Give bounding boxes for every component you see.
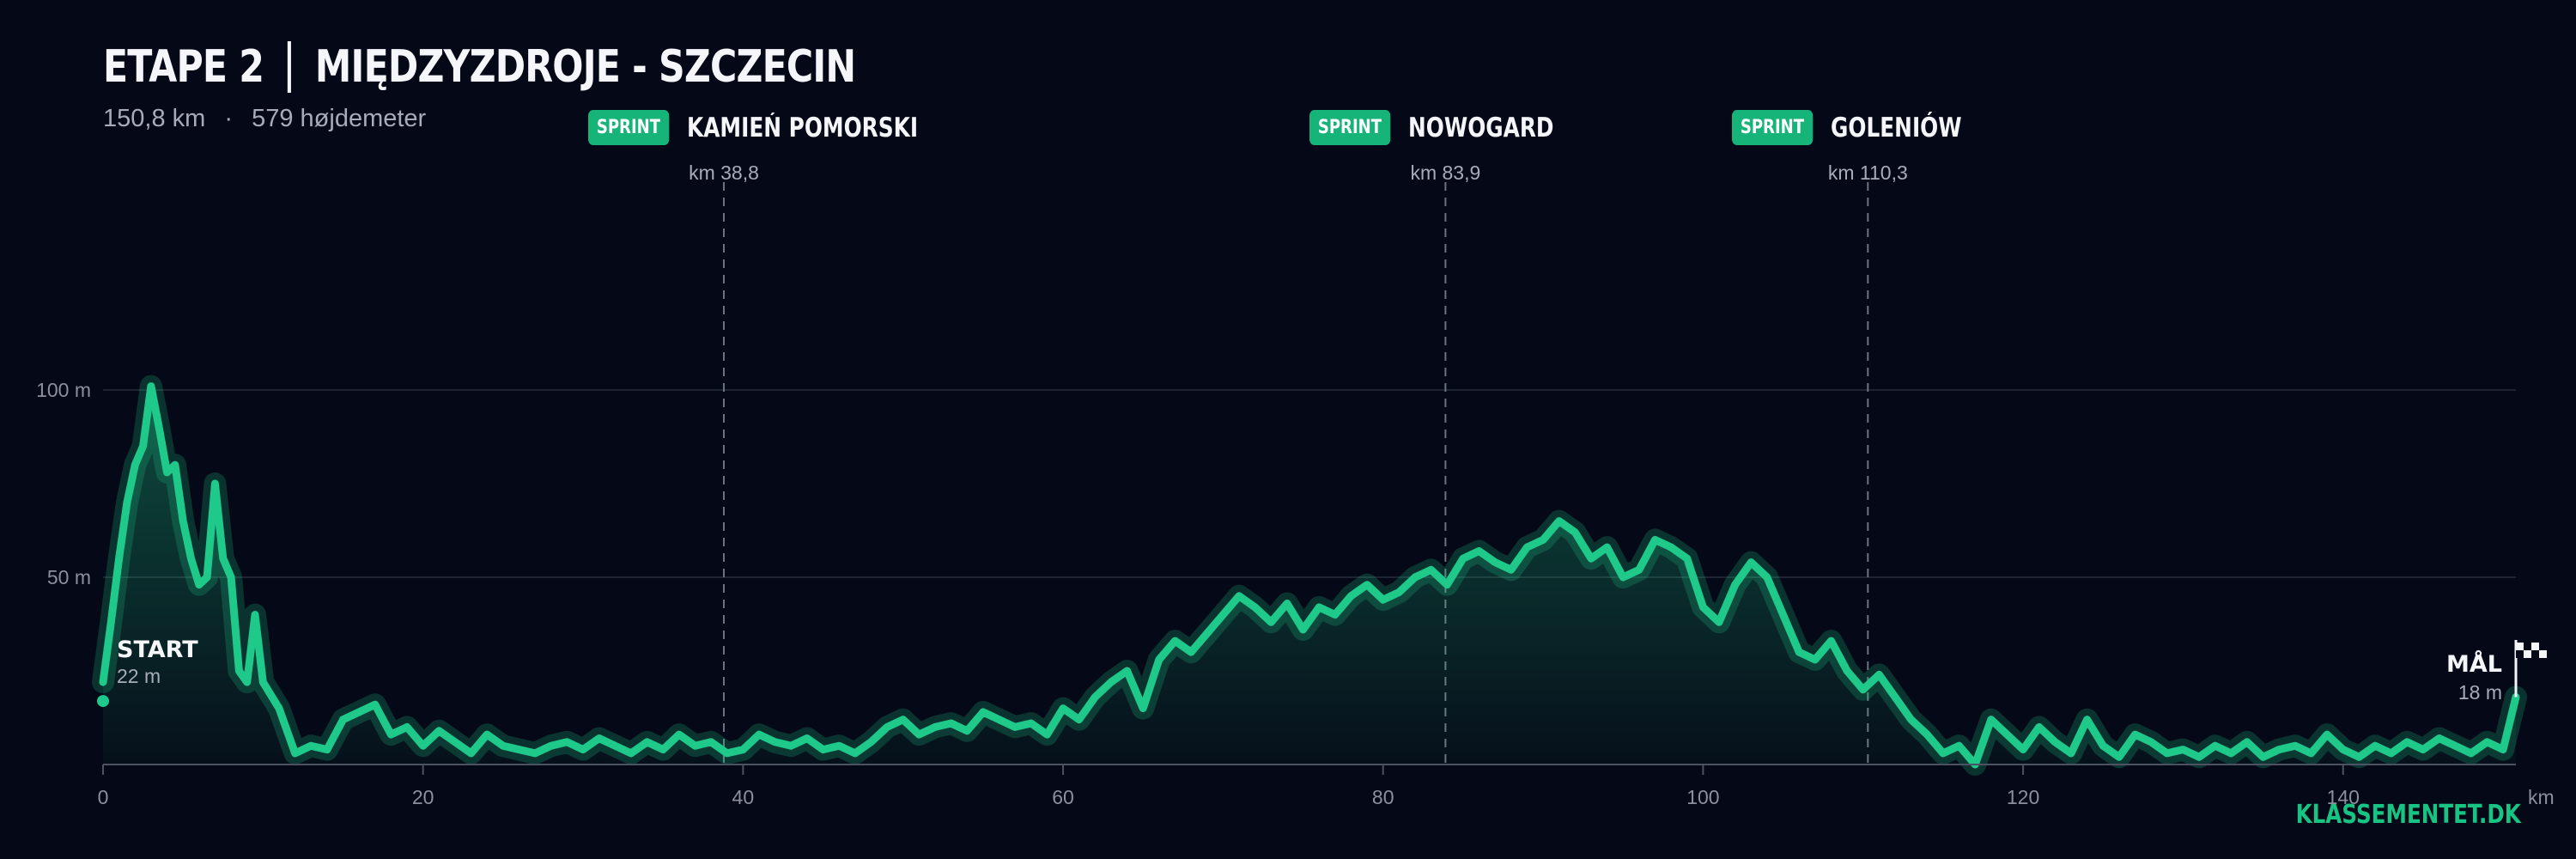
sprint-tag: SPRINT GOLENIÓW xyxy=(1732,110,1994,145)
sprint-badge: SPRINT xyxy=(587,110,669,145)
sprint-name: NOWOGARD xyxy=(1407,112,1554,143)
sprint-km-label: km 110,3 xyxy=(1827,161,1908,184)
x-axis-ticks: 0 20 40 60 80 100 120 140 xyxy=(98,765,2360,808)
sprint-badge: SPRINT xyxy=(1732,110,1814,145)
sprint-tag: SPRINT KAMIEŃ POMORSKI xyxy=(587,110,975,145)
finish-flag-square xyxy=(2516,643,2524,650)
elevation-area xyxy=(103,386,2516,765)
y-tick-label: 100 m xyxy=(36,379,91,401)
x-tick-label: 0 xyxy=(98,786,109,808)
finish-flag-square xyxy=(2524,650,2531,658)
sprint-km-label: km 83,9 xyxy=(1410,161,1481,184)
sprint-name: KAMIEŃ POMORSKI xyxy=(686,112,918,143)
x-axis-label: km xyxy=(2528,786,2555,808)
finish-flag-square xyxy=(2531,643,2539,650)
finish-flag-square xyxy=(2524,643,2531,650)
x-tick-label: 100 xyxy=(1686,786,1719,808)
start-elevation: 22 m xyxy=(117,665,161,687)
sprint-tag: SPRINT NOWOGARD xyxy=(1309,110,1589,145)
sprint-km-label: km 38,8 xyxy=(689,161,759,184)
x-tick-label: 40 xyxy=(732,786,755,808)
finish-elevation: 18 m xyxy=(2458,681,2502,704)
finish-flag-icon xyxy=(2516,643,2547,658)
start-label: START xyxy=(117,637,198,663)
grid-lines xyxy=(103,389,2516,578)
finish-flag-square xyxy=(2531,650,2539,658)
brand-logo: KLASSEMENTET.DK xyxy=(2295,800,2521,830)
y-tick-label: 50 m xyxy=(47,566,91,588)
start-marker-dot xyxy=(97,695,109,708)
finish-flag-square xyxy=(2539,643,2547,650)
x-tick-label: 60 xyxy=(1052,786,1074,808)
x-tick-label: 120 xyxy=(2007,786,2039,808)
x-tick-label: 80 xyxy=(1372,786,1394,808)
sprint-name: GOLENIÓW xyxy=(1830,112,1962,143)
sprint-badge: SPRINT xyxy=(1309,110,1391,145)
y-axis-ticks: 50 m 100 m xyxy=(36,379,91,588)
finish-flag-square xyxy=(2539,650,2547,658)
finish-flag-square xyxy=(2516,650,2524,658)
finish-label: MÅL xyxy=(2446,650,2502,678)
x-tick-label: 20 xyxy=(412,786,434,808)
elevation-profile-chart: 0 20 40 60 80 100 120 140 50 m100 m km START 22… xyxy=(36,182,2555,808)
